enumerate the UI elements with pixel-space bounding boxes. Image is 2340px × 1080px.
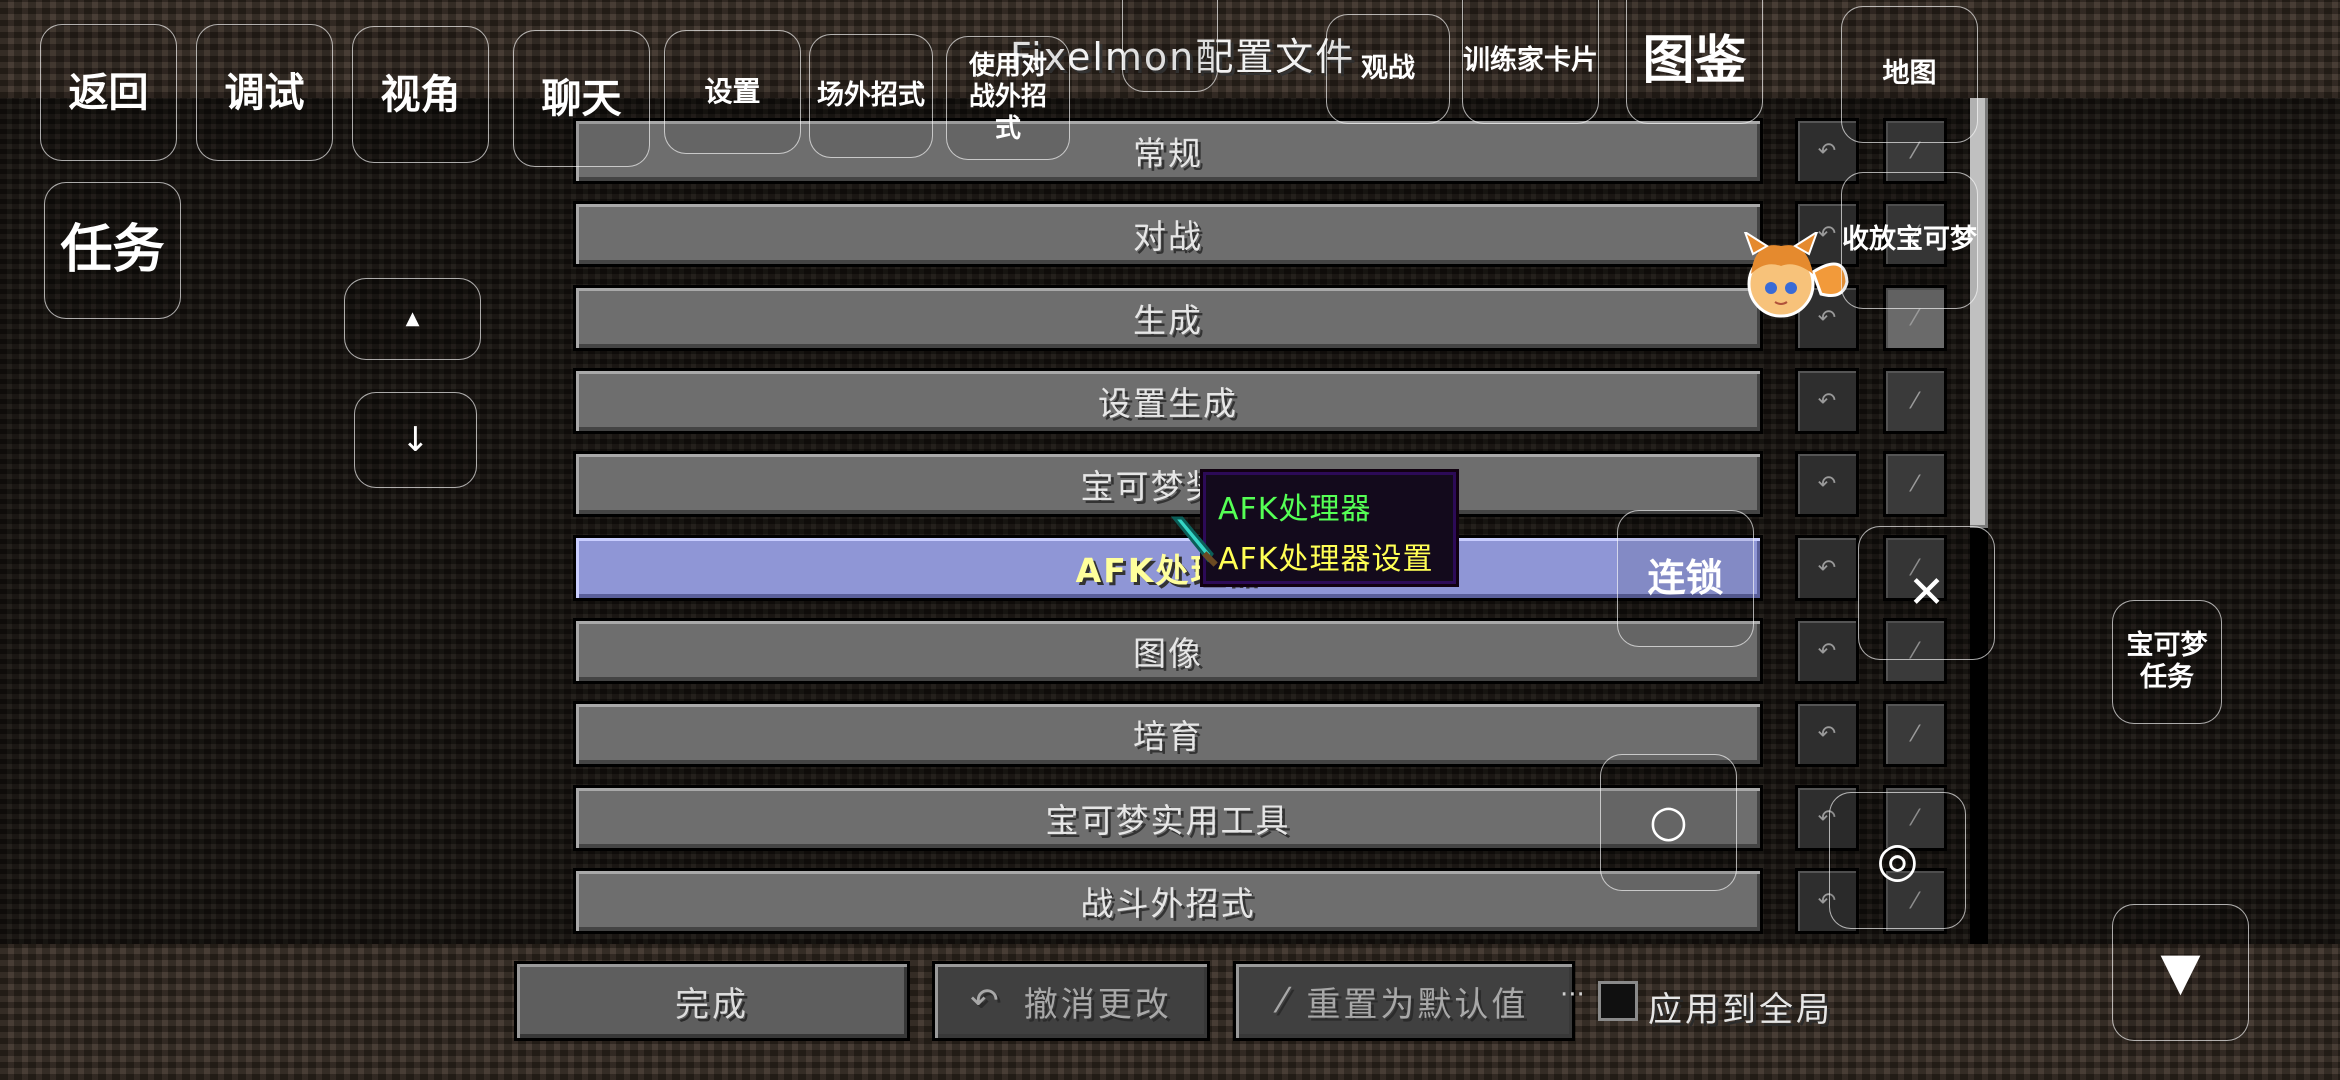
row-reset-button[interactable]: ⁄ <box>1883 701 1947 767</box>
reset-icon: ⁄ <box>1913 305 1917 331</box>
apply-global-checkbox[interactable] <box>1598 981 1638 1021</box>
hidden-top-button[interactable] <box>1122 0 1218 92</box>
out-battle-move-button[interactable]: 场外招式 <box>809 34 933 158</box>
undo-changes-button[interactable]: ↶ 撤消更改 <box>932 961 1210 1041</box>
view-button-label: 视角 <box>380 71 461 118</box>
config-row-label: 对战 <box>1133 217 1203 256</box>
undo-icon: ↶ <box>1817 555 1837 581</box>
circle-action-button[interactable]: ○ <box>1600 754 1737 891</box>
tooltip-title: AFK处理器 <box>1218 492 1372 527</box>
down-triangle-icon: ▼ <box>2160 942 2201 1003</box>
reset-icon: ⁄ <box>1279 981 1289 1021</box>
sword-cursor-icon <box>1170 516 1218 567</box>
apply-global-label: 应用到全局 <box>1648 990 1833 1030</box>
quest-label: 任务 <box>60 220 165 281</box>
config-row-spawning[interactable]: 生成 <box>573 285 1763 351</box>
undo-icon: ↶ <box>1817 471 1837 497</box>
reset-icon: ⁄ <box>1913 721 1917 747</box>
pokedex-button[interactable]: 图鉴 <box>1626 0 1763 124</box>
row-undo-button[interactable]: ↶ <box>1795 701 1859 767</box>
reset-default-button[interactable]: ⁄ 重置为默认值 <box>1233 961 1575 1041</box>
circle-icon: ○ <box>1649 796 1688 848</box>
config-row-label: 战斗外招式 <box>1080 884 1256 923</box>
config-row-breeding[interactable]: 培育 <box>573 701 1763 767</box>
out-battle-move-label: 场外招式 <box>817 79 925 111</box>
row-undo-button[interactable]: ↶ <box>1795 535 1859 601</box>
debug-button-label: 调试 <box>224 69 305 116</box>
close-icon: ✕ <box>1908 566 1945 618</box>
chain-label: 连锁 <box>1647 555 1724 600</box>
row-undo-button[interactable]: ↶ <box>1795 618 1859 684</box>
reset-icon: ⁄ <box>1913 471 1917 497</box>
config-row-spawn-settings[interactable]: 设置生成 <box>573 368 1763 434</box>
toggle-pokemon-label: 收放宝可梦 <box>1842 224 1977 256</box>
config-row-label: 生成 <box>1133 301 1203 340</box>
config-row-label: 培育 <box>1133 717 1203 756</box>
done-button[interactable]: 完成 <box>514 961 910 1041</box>
row-undo-button[interactable]: ↶ <box>1795 368 1859 434</box>
target-action-button[interactable]: ◎ <box>1829 792 1966 929</box>
tooltip-subtitle: AFK处理器设置 <box>1218 542 1434 577</box>
config-row-label: 设置生成 <box>1098 384 1238 423</box>
reset-icon: ⁄ <box>1913 388 1917 414</box>
config-row-battle[interactable]: 对战 <box>573 201 1763 267</box>
pokemon-quest-label: 宝可梦任务 <box>2126 629 2208 693</box>
map-button[interactable]: 地图 <box>1841 6 1978 143</box>
undo-changes-label: 撤消更改 <box>1023 984 1172 1025</box>
down-action-button[interactable]: ▼ <box>2112 904 2249 1041</box>
down-arrow-icon: ↓ <box>401 419 430 460</box>
undo-icon: ↶ <box>1817 721 1837 747</box>
config-row-pokemon-rewards[interactable]: 宝可梦奖励 <box>573 451 1763 517</box>
scroll-down-button[interactable]: ↓ <box>354 392 477 488</box>
row-undo-button[interactable]: ↶ <box>1795 451 1859 517</box>
undo-icon: ↶ <box>1817 388 1837 414</box>
fox-girl-avatar <box>1743 232 1849 318</box>
scroll-up-button[interactable]: ▲ <box>344 278 481 360</box>
undo-icon: ↶ <box>970 981 1002 1021</box>
map-label: 地图 <box>1882 58 1937 90</box>
pokemon-quest-button[interactable]: 宝可梦任务 <box>2112 600 2222 724</box>
done-label: 完成 <box>675 984 749 1025</box>
target-circle-icon: ◎ <box>1876 831 1919 888</box>
close-button[interactable]: ✕ <box>1858 526 1995 660</box>
hover-tooltip: AFK处理器 AFK处理器设置 <box>1200 469 1459 587</box>
toggle-pokemon-button[interactable]: 收放宝可梦 <box>1841 172 1978 309</box>
back-button-label: 返回 <box>68 69 149 116</box>
spectate-button[interactable]: 观战 <box>1326 14 1450 124</box>
back-button[interactable]: 返回 <box>40 24 177 161</box>
scrollbar-thumb[interactable] <box>1970 98 1988 528</box>
reset-default-label: 重置为默认值 <box>1306 984 1529 1025</box>
settings-button-label: 设置 <box>704 75 761 109</box>
use-battle-move-label: 使用对战外招式 <box>968 51 1047 144</box>
more-dots: ··· <box>1560 980 1585 1010</box>
config-row-pokemon-utilities[interactable]: 宝可梦实用工具 <box>573 785 1763 851</box>
up-arrow-icon: ▲ <box>405 308 420 330</box>
use-battle-move-button[interactable]: 使用对战外招式 <box>946 36 1070 160</box>
config-row-graphics[interactable]: 图像 <box>573 618 1763 684</box>
config-row-label: 图像 <box>1133 634 1203 673</box>
chat-button-label: 聊天 <box>541 75 622 122</box>
quest-button[interactable]: 任务 <box>44 182 181 319</box>
chat-button[interactable]: 聊天 <box>513 30 650 167</box>
trainer-card-button[interactable]: 训练家卡片 <box>1462 0 1599 124</box>
settings-button[interactable]: 设置 <box>664 30 801 154</box>
undo-icon: ↶ <box>1817 138 1837 164</box>
config-row-external-moves[interactable]: 战斗外招式 <box>573 868 1763 934</box>
trainer-card-label: 训练家卡片 <box>1463 45 1598 77</box>
config-row-label: 常规 <box>1133 134 1203 173</box>
debug-button[interactable]: 调试 <box>196 24 333 161</box>
chain-button[interactable]: 连锁 <box>1617 510 1754 647</box>
view-button[interactable]: 视角 <box>352 26 489 163</box>
pokedex-label: 图鉴 <box>1642 31 1747 92</box>
spectate-button-label: 观战 <box>1361 52 1415 84</box>
row-reset-button[interactable]: ⁄ <box>1883 451 1947 517</box>
row-reset-button[interactable]: ⁄ <box>1883 368 1947 434</box>
undo-icon: ↶ <box>1817 638 1837 664</box>
config-row-label: 宝可梦实用工具 <box>1045 801 1291 840</box>
